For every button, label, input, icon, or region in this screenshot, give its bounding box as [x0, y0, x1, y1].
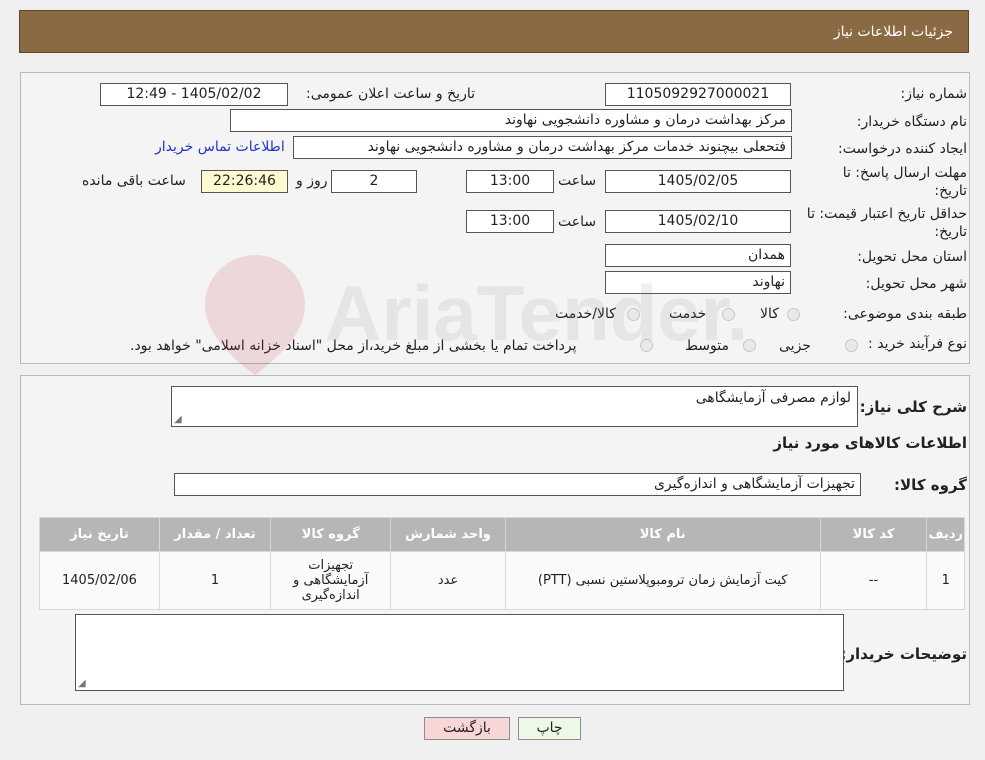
- price-validity-label-date: تاریخ:: [934, 224, 967, 240]
- city-field: نهاوند: [605, 271, 791, 294]
- remaining-time-field: 22:26:46: [201, 170, 288, 193]
- description-value: لوازم مصرفی آزمایشگاهی: [695, 390, 851, 406]
- category-goods-radio[interactable]: [787, 308, 800, 321]
- description-label: شرح کلی نیاز:: [859, 398, 967, 416]
- reply-time-label: ساعت: [558, 173, 597, 189]
- goods-info-title: اطلاعات کالاهای مورد نیاز: [773, 434, 967, 452]
- page-header: جزئیات اطلاعات نیاز: [19, 10, 969, 53]
- cell-row-number: 1: [926, 551, 965, 610]
- col-need-date: تاریخ نیاز: [39, 517, 160, 552]
- reply-date-field: 1405/02/05: [605, 170, 791, 193]
- days-label: روز و: [296, 173, 328, 189]
- table-row: 1 -- کیت آزمایش زمان ترومبوپلاستین نسبی …: [39, 551, 965, 610]
- cell-goods-name: کیت آزمایش زمان ترومبوپلاستین نسبی (PTT): [504, 551, 821, 610]
- validity-time-label: ساعت: [558, 214, 597, 230]
- validity-time-field: 13:00: [466, 210, 554, 233]
- cell-need-date: 1405/02/06: [39, 551, 160, 610]
- price-validity-label: حداقل تاریخ اعتبار قیمت: تا: [806, 206, 967, 222]
- resize-grip-icon: ◢: [174, 414, 182, 425]
- category-service-radio[interactable]: [722, 308, 735, 321]
- col-unit: واحد شمارش: [390, 517, 506, 552]
- resize-grip-icon: ◢: [78, 678, 86, 689]
- col-goods-name: نام کالا: [504, 517, 821, 552]
- province-field: همدان: [605, 244, 791, 267]
- goods-group-label: گروه کالا:: [894, 476, 967, 494]
- need-number-field: 1105092927000021: [605, 83, 791, 106]
- back-button[interactable]: بازگشت: [424, 717, 510, 740]
- announce-datetime-field: 1405/02/02 - 12:49: [100, 83, 288, 106]
- cell-quantity: 1: [158, 551, 272, 610]
- category-goods-label: کالا: [760, 306, 779, 322]
- province-label: استان محل تحویل:: [857, 249, 967, 265]
- process-note-text: پرداخت تمام یا بخشی از مبلغ خرید،از محل …: [130, 338, 577, 354]
- process-type-label: نوع فرآیند خرید :: [868, 336, 967, 352]
- category-service-label: خدمت: [669, 306, 707, 322]
- requester-label: ایجاد کننده درخواست:: [838, 141, 967, 157]
- print-button[interactable]: چاپ: [518, 717, 581, 740]
- cell-goods-group: تجهیزات آزمایشگاهی و اندازه‌گیری: [270, 551, 392, 610]
- col-quantity: تعداد / مقدار: [158, 517, 272, 552]
- page-title: جزئیات اطلاعات نیاز: [833, 24, 953, 40]
- buyer-org-label: نام دستگاه خریدار:: [856, 114, 967, 130]
- process-medium-label: متوسط: [685, 338, 729, 354]
- requester-field: فتحعلی بیچنوند خدمات مرکز بهداشت درمان و…: [293, 136, 792, 159]
- remaining-time-label: ساعت باقی مانده: [82, 173, 186, 189]
- announce-datetime-label: تاریخ و ساعت اعلان عمومی:: [306, 86, 475, 102]
- process-note-radio[interactable]: [640, 339, 653, 352]
- process-partial-label: جزیی: [779, 338, 811, 354]
- goods-table: ردیف کد کالا نام کالا واحد شمارش گروه کا…: [39, 517, 965, 610]
- col-goods-group: گروه کالا: [270, 517, 392, 552]
- col-goods-code: کد کالا: [819, 517, 928, 552]
- category-label: طبقه بندی موضوعی:: [843, 306, 967, 322]
- col-row-number: ردیف: [926, 517, 965, 552]
- validity-date-field: 1405/02/10: [605, 210, 791, 233]
- days-remaining-field: 2: [331, 170, 417, 193]
- cell-goods-code: --: [819, 551, 928, 610]
- reply-deadline-label-date: تاریخ:: [934, 183, 967, 199]
- category-goods-service-radio[interactable]: [627, 308, 640, 321]
- buyer-org-field: مرکز بهداشت درمان و مشاوره دانشجویی نهاو…: [230, 109, 792, 132]
- reply-time-field: 13:00: [466, 170, 554, 193]
- buyer-contact-link[interactable]: اطلاعات تماس خریدار: [155, 139, 285, 155]
- buyer-notes-label: توضیحات خریدار:: [840, 645, 967, 663]
- city-label: شهر محل تحویل:: [865, 276, 967, 292]
- category-goods-service-label: کالا/خدمت: [555, 306, 616, 322]
- process-partial-radio[interactable]: [845, 339, 858, 352]
- process-medium-radio[interactable]: [743, 339, 756, 352]
- goods-group-field: تجهیزات آزمایشگاهی و اندازه‌گیری: [174, 473, 861, 496]
- need-number-label: شماره نیاز:: [900, 86, 968, 102]
- cell-unit: عدد: [390, 551, 506, 610]
- reply-deadline-label: مهلت ارسال پاسخ: تا: [842, 165, 967, 181]
- table-header-row: ردیف کد کالا نام کالا واحد شمارش گروه کا…: [39, 517, 965, 552]
- description-textarea[interactable]: لوازم مصرفی آزمایشگاهی ◢: [171, 386, 858, 427]
- buyer-notes-textarea[interactable]: ◢: [75, 614, 844, 691]
